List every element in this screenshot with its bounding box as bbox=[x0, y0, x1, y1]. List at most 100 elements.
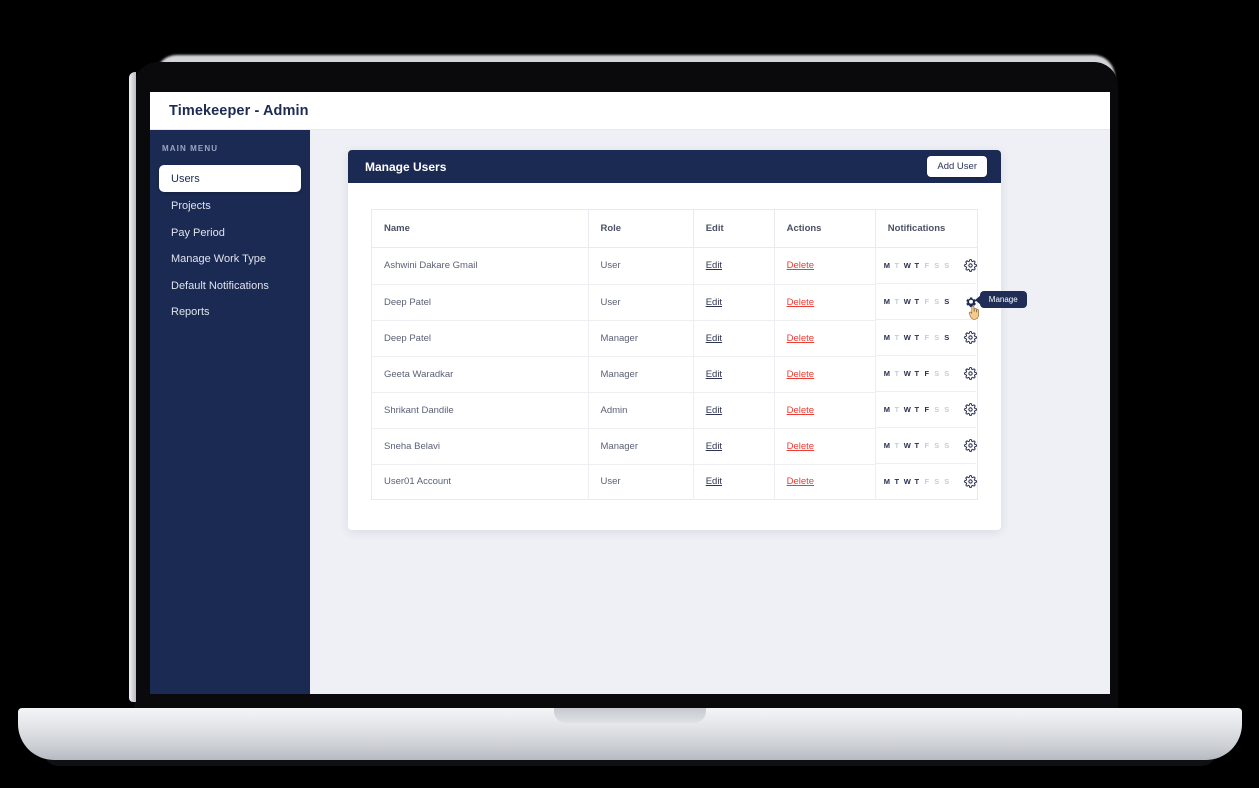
day-toggle-1[interactable]: T bbox=[894, 333, 900, 342]
day-toggle-0[interactable]: M bbox=[884, 261, 890, 270]
day-toggle-4[interactable]: F bbox=[924, 369, 930, 378]
cell-edit: Edit bbox=[693, 356, 775, 393]
delete-link[interactable]: Delete bbox=[787, 333, 814, 344]
app-header: Timekeeper - Admin bbox=[150, 92, 1110, 130]
day-toggle-5[interactable]: S bbox=[934, 477, 940, 486]
day-toggle-0[interactable]: M bbox=[884, 297, 890, 306]
gear-icon[interactable] bbox=[963, 259, 977, 272]
edit-link[interactable]: Edit bbox=[706, 369, 722, 380]
gear-icon[interactable] bbox=[963, 331, 977, 344]
day-toggle-2[interactable]: W bbox=[904, 261, 911, 270]
day-toggle-5[interactable]: S bbox=[934, 261, 940, 270]
cell-user-role: User bbox=[588, 284, 694, 321]
day-toggle-6[interactable]: S bbox=[944, 441, 950, 450]
day-toggle-1[interactable]: T bbox=[894, 441, 900, 450]
table-row: Sneha Belavi Manager Edit Delete M T W T F S S bbox=[371, 428, 978, 465]
notification-days: MTWTFSS bbox=[884, 333, 950, 342]
delete-link[interactable]: Delete bbox=[787, 405, 814, 416]
day-toggle-5[interactable]: S bbox=[934, 441, 940, 450]
notification-days: MTWTFSS bbox=[884, 405, 950, 414]
day-toggle-6[interactable]: S bbox=[944, 333, 950, 342]
day-toggle-3[interactable]: T bbox=[914, 261, 920, 270]
day-toggle-5[interactable]: S bbox=[934, 333, 940, 342]
day-toggle-2[interactable]: W bbox=[904, 297, 911, 306]
day-toggle-4[interactable]: F bbox=[924, 477, 930, 486]
cell-actions: Delete bbox=[774, 247, 876, 285]
day-toggle-1[interactable]: T bbox=[894, 261, 900, 270]
cell-actions: Delete bbox=[774, 428, 876, 465]
day-toggle-2[interactable]: W bbox=[904, 441, 911, 450]
day-toggle-3[interactable]: T bbox=[914, 333, 920, 342]
delete-link[interactable]: Delete bbox=[787, 260, 814, 271]
day-toggle-2[interactable]: W bbox=[904, 369, 911, 378]
day-toggle-4[interactable]: F bbox=[924, 261, 930, 270]
edit-link[interactable]: Edit bbox=[706, 333, 722, 344]
day-toggle-6[interactable]: S bbox=[944, 405, 950, 414]
cell-notifications: MTWTFSS bbox=[875, 392, 977, 428]
cell-user-role: Manager bbox=[588, 356, 694, 393]
edit-link[interactable]: Edit bbox=[706, 297, 722, 308]
day-toggle-6[interactable]: S bbox=[944, 261, 950, 270]
day-toggle-1[interactable]: T bbox=[894, 369, 900, 378]
cell-actions: Delete bbox=[774, 284, 876, 321]
gear-icon[interactable] bbox=[963, 367, 977, 380]
sidebar-caption: MAIN MENU bbox=[162, 144, 219, 153]
delete-link[interactable]: Delete bbox=[787, 476, 814, 487]
day-toggle-6[interactable]: S bbox=[944, 477, 950, 486]
day-toggle-6[interactable]: S bbox=[944, 297, 950, 306]
sidebar-item-reports[interactable]: Reports bbox=[159, 300, 301, 325]
sidebar-item-label: Default Notifications bbox=[171, 279, 269, 292]
cell-actions: Delete bbox=[774, 392, 876, 429]
day-toggle-3[interactable]: T bbox=[914, 369, 920, 378]
day-toggle-2[interactable]: W bbox=[904, 477, 911, 486]
notification-days: MTWTFSS bbox=[884, 369, 950, 378]
day-toggle-4[interactable]: F bbox=[924, 297, 930, 306]
sidebar-item-projects[interactable]: Projects bbox=[159, 194, 301, 219]
day-toggle-1[interactable]: T bbox=[894, 405, 900, 414]
day-toggle-2[interactable]: W bbox=[904, 333, 911, 342]
day-toggle-1[interactable]: T bbox=[894, 297, 900, 306]
column-header-actions: Actions bbox=[774, 209, 876, 248]
edit-link[interactable]: Edit bbox=[706, 441, 722, 452]
day-toggle-4[interactable]: F bbox=[924, 441, 930, 450]
day-toggle-3[interactable]: T bbox=[914, 405, 920, 414]
day-toggle-0[interactable]: M bbox=[884, 333, 890, 342]
day-toggle-5[interactable]: S bbox=[934, 369, 940, 378]
sidebar-item-manage-work-type[interactable]: Manage Work Type bbox=[159, 247, 301, 272]
cell-notifications: MTWTFSS bbox=[875, 428, 977, 464]
cell-actions: Delete bbox=[774, 464, 876, 500]
edit-link[interactable]: Edit bbox=[706, 405, 722, 416]
day-toggle-3[interactable]: T bbox=[914, 477, 920, 486]
table-header-row: Name Role Edit Actions Notifications bbox=[371, 209, 978, 248]
day-toggle-3[interactable]: T bbox=[914, 441, 920, 450]
day-toggle-0[interactable]: M bbox=[884, 477, 890, 486]
cell-user-role: Manager bbox=[588, 320, 694, 357]
day-toggle-5[interactable]: S bbox=[934, 405, 940, 414]
delete-link[interactable]: Delete bbox=[787, 297, 814, 308]
sidebar-item-users[interactable]: Users bbox=[159, 165, 301, 192]
gear-icon[interactable] bbox=[963, 439, 977, 452]
day-toggle-0[interactable]: M bbox=[884, 369, 890, 378]
gear-icon[interactable] bbox=[963, 403, 977, 416]
day-toggle-0[interactable]: M bbox=[884, 405, 890, 414]
delete-link[interactable]: Delete bbox=[787, 441, 814, 452]
delete-link[interactable]: Delete bbox=[787, 369, 814, 380]
day-toggle-0[interactable]: M bbox=[884, 441, 890, 450]
laptop-base bbox=[18, 708, 1242, 760]
sidebar-item-pay-period[interactable]: Pay Period bbox=[159, 220, 301, 245]
day-toggle-6[interactable]: S bbox=[944, 369, 950, 378]
day-toggle-4[interactable]: F bbox=[924, 405, 930, 414]
sidebar-item-default-notifications[interactable]: Default Notifications bbox=[159, 273, 301, 298]
day-toggle-5[interactable]: S bbox=[934, 297, 940, 306]
day-toggle-1[interactable]: T bbox=[894, 477, 900, 486]
add-user-button[interactable]: Add User bbox=[927, 156, 987, 177]
cell-user-role: User bbox=[588, 247, 694, 285]
gear-icon[interactable]: Manage bbox=[964, 291, 1027, 320]
edit-link[interactable]: Edit bbox=[706, 476, 722, 487]
day-toggle-2[interactable]: W bbox=[904, 405, 911, 414]
day-toggle-4[interactable]: F bbox=[924, 333, 930, 342]
day-toggle-3[interactable]: T bbox=[914, 297, 920, 306]
sidebar: MAIN MENU Users Projects Pay Period Manage … bbox=[150, 130, 310, 694]
edit-link[interactable]: Edit bbox=[706, 260, 722, 271]
gear-icon[interactable] bbox=[963, 475, 977, 488]
